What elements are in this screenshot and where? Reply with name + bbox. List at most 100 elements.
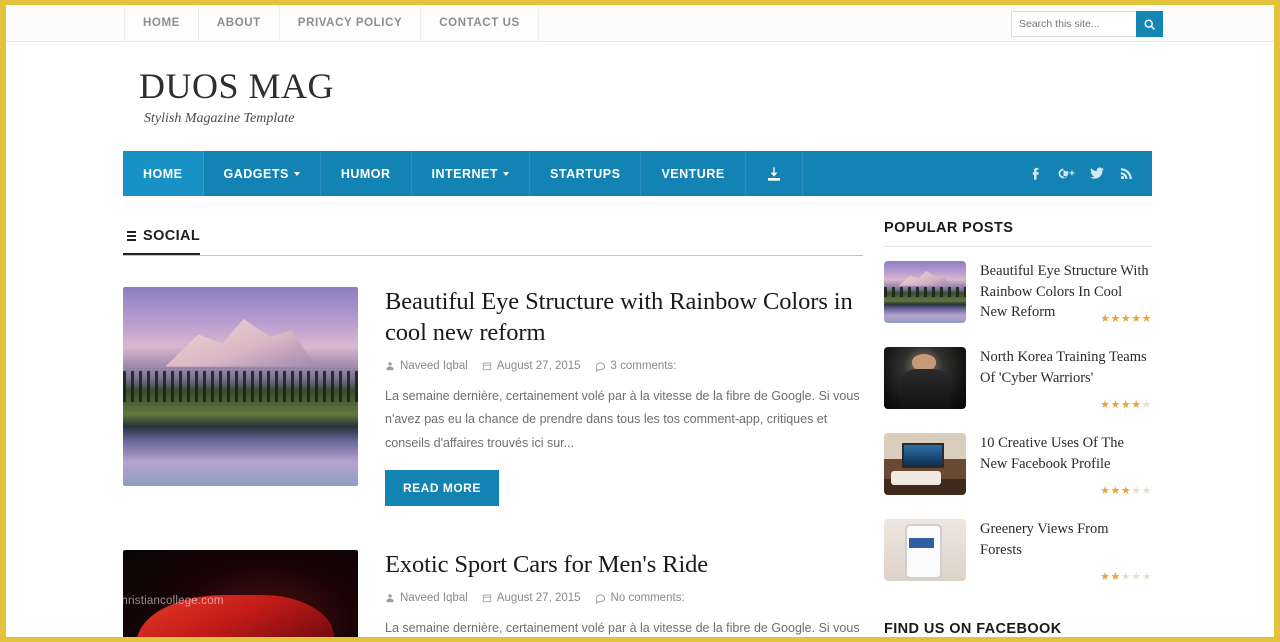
post-meta: Naveed Iqbal August 27, 2015 No comments… bbox=[385, 592, 863, 604]
rating-stars: ★★★★★ bbox=[1100, 571, 1152, 583]
nav-item-humor[interactable]: HUMOR bbox=[321, 151, 412, 196]
post-title[interactable]: Beautiful Eye Structure with Rainbow Col… bbox=[385, 287, 863, 348]
site-logo[interactable]: DUOS MAG bbox=[139, 65, 334, 107]
man-in-suit-thumb bbox=[884, 347, 966, 409]
main-navigation: HOME GADGETS HUMOR INTERNET STARTUPS VEN… bbox=[123, 151, 1152, 196]
section-title: SOCIAL bbox=[143, 228, 201, 244]
hand-holding-phone-thumb bbox=[884, 519, 966, 581]
nav-item-home[interactable]: HOME bbox=[123, 151, 204, 196]
user-icon bbox=[386, 594, 394, 603]
post-thumbnail[interactable] bbox=[123, 549, 358, 637]
search-icon bbox=[1144, 18, 1155, 30]
nav-item-home-label: HOME bbox=[143, 166, 183, 181]
popular-post-item[interactable]: Beautiful Eye Structure With Rainbow Col… bbox=[884, 247, 1152, 333]
nav-item-humor-label: HUMOR bbox=[340, 166, 391, 181]
rating-stars: ★★★★★ bbox=[1100, 485, 1152, 497]
post-date: August 27, 2015 bbox=[482, 592, 581, 604]
post-date: August 27, 2015 bbox=[482, 360, 581, 372]
popular-post-item[interactable]: North Korea Training Teams Of 'Cyber War… bbox=[884, 333, 1152, 419]
post-author-name: Naveed Iqbal bbox=[400, 592, 468, 605]
masthead: DUOS MAG Stylish Magazine Template bbox=[6, 42, 1274, 151]
post-meta: Naveed Iqbal August 27, 2015 3 comments: bbox=[385, 360, 863, 372]
post-date-text: August 27, 2015 bbox=[496, 592, 581, 605]
calendar-icon bbox=[482, 362, 491, 371]
post-date-text: August 27, 2015 bbox=[496, 360, 581, 373]
page-inner: HOME ABOUT PRIVACY POLICY CONTACT US DUO… bbox=[6, 5, 1274, 637]
popular-post-body: Beautiful Eye Structure With Rainbow Col… bbox=[980, 261, 1152, 325]
rating-stars: ★★★★★ bbox=[1100, 399, 1152, 411]
read-more-button[interactable]: READ MORE bbox=[385, 469, 499, 506]
search-input[interactable] bbox=[1011, 11, 1136, 37]
rating-stars: ★★★★★ bbox=[1100, 313, 1152, 325]
popular-posts-title: POPULAR POSTS bbox=[884, 220, 1152, 247]
popular-post-thumbnail bbox=[884, 519, 966, 581]
post-comments[interactable]: No comments: bbox=[595, 592, 685, 604]
popular-post-thumbnail bbox=[884, 433, 966, 495]
mountain-reflection-thumb bbox=[884, 261, 966, 323]
comment-icon bbox=[595, 594, 605, 604]
nav-social-links bbox=[1029, 151, 1152, 196]
calendar-icon bbox=[482, 594, 491, 603]
post-excerpt: La semaine dernière, certainement volé p… bbox=[385, 389, 860, 450]
living-room-tv-thumb bbox=[884, 433, 966, 495]
popular-post-title: North Korea Training Teams Of 'Cyber War… bbox=[980, 349, 1147, 386]
search-button[interactable] bbox=[1136, 11, 1163, 37]
nav-item-gadgets[interactable]: GADGETS bbox=[204, 151, 321, 196]
nav-item-internet[interactable]: INTERNET bbox=[412, 151, 531, 196]
post-item: Beautiful Eye Structure with Rainbow Col… bbox=[123, 256, 863, 506]
rss-icon[interactable] bbox=[1119, 166, 1134, 181]
post-author-name: Naveed Iqbal bbox=[400, 360, 468, 373]
top-navigation: HOME ABOUT PRIVACY POLICY CONTACT US bbox=[124, 5, 539, 41]
post-author: Naveed Iqbal bbox=[385, 592, 468, 604]
nav-item-gadgets-label: GADGETS bbox=[223, 166, 289, 181]
post-comments[interactable]: 3 comments: bbox=[595, 360, 677, 373]
search-box bbox=[1011, 11, 1163, 37]
post-comments-text: No comments: bbox=[610, 592, 685, 605]
popular-post-body: 10 Creative Uses Of The New Facebook Pro… bbox=[980, 433, 1152, 497]
mountain-reflection-photo bbox=[123, 287, 358, 486]
post-body: Beautiful Eye Structure with Rainbow Col… bbox=[385, 287, 863, 506]
popular-post-item[interactable]: 10 Creative Uses Of The New Facebook Pro… bbox=[884, 419, 1152, 505]
post-comments-text: 3 comments: bbox=[610, 360, 677, 373]
top-bar: HOME ABOUT PRIVACY POLICY CONTACT US bbox=[6, 5, 1274, 42]
popular-post-title: Greenery Views From Forests bbox=[980, 521, 1109, 558]
site-tagline: Stylish Magazine Template bbox=[144, 111, 295, 126]
post-thumbnail[interactable] bbox=[123, 287, 358, 486]
top-nav-item-contact-us[interactable]: CONTACT US bbox=[420, 5, 539, 41]
post-excerpt: La semaine dernière, certainement volé p… bbox=[385, 621, 860, 636]
post-author: Naveed Iqbal bbox=[385, 360, 468, 372]
download-icon bbox=[767, 166, 780, 181]
nav-item-internet-label: INTERNET bbox=[431, 166, 499, 181]
popular-post-thumbnail bbox=[884, 261, 966, 323]
chevron-down-icon bbox=[503, 171, 510, 176]
post-body: Exotic Sport Cars for Men's Ride Naveed … bbox=[385, 550, 863, 637]
find-us-on-facebook-title: FIND US ON FACEBOOK bbox=[884, 621, 1062, 637]
sidebar: POPULAR POSTS Beautiful Eye Structure Wi… bbox=[884, 196, 1152, 637]
facebook-icon[interactable] bbox=[1029, 166, 1044, 181]
user-icon bbox=[386, 362, 394, 371]
nav-item-startups-label: STARTUPS bbox=[550, 166, 621, 181]
section-title-wrap: SOCIAL bbox=[123, 228, 201, 255]
post-title[interactable]: Exotic Sport Cars for Men's Ride bbox=[385, 550, 863, 581]
main-column: SOCIAL Beautiful Eye Structure with Rain… bbox=[123, 196, 863, 637]
content-area: SOCIAL Beautiful Eye Structure with Rain… bbox=[6, 196, 1274, 637]
section-header: SOCIAL bbox=[123, 219, 863, 256]
top-nav-item-privacy-policy[interactable]: PRIVACY POLICY bbox=[278, 5, 421, 41]
popular-post-body: Greenery Views From Forests ★★★★★ bbox=[980, 519, 1152, 583]
nav-item-venture[interactable]: VENTURE bbox=[641, 151, 746, 196]
top-nav-item-about[interactable]: ABOUT bbox=[197, 5, 279, 41]
popular-post-item[interactable]: Greenery Views From Forests ★★★★★ bbox=[884, 505, 1152, 591]
top-nav-item-home[interactable]: HOME bbox=[124, 5, 198, 41]
chevron-down-icon bbox=[293, 171, 300, 176]
popular-post-thumbnail bbox=[884, 347, 966, 409]
twitter-icon[interactable] bbox=[1089, 166, 1105, 181]
popular-post-title: 10 Creative Uses Of The New Facebook Pro… bbox=[980, 435, 1124, 472]
google-plus-icon[interactable] bbox=[1058, 166, 1075, 181]
nav-item-startups[interactable]: STARTUPS bbox=[530, 151, 642, 196]
page-frame: HOME ABOUT PRIVACY POLICY CONTACT US DUO… bbox=[0, 0, 1280, 642]
post-item: Exotic Sport Cars for Men's Ride Naveed … bbox=[123, 506, 863, 637]
nav-item-download[interactable] bbox=[746, 151, 803, 196]
nav-item-venture-label: VENTURE bbox=[661, 166, 725, 181]
comment-icon bbox=[595, 362, 605, 372]
list-icon bbox=[123, 229, 136, 243]
